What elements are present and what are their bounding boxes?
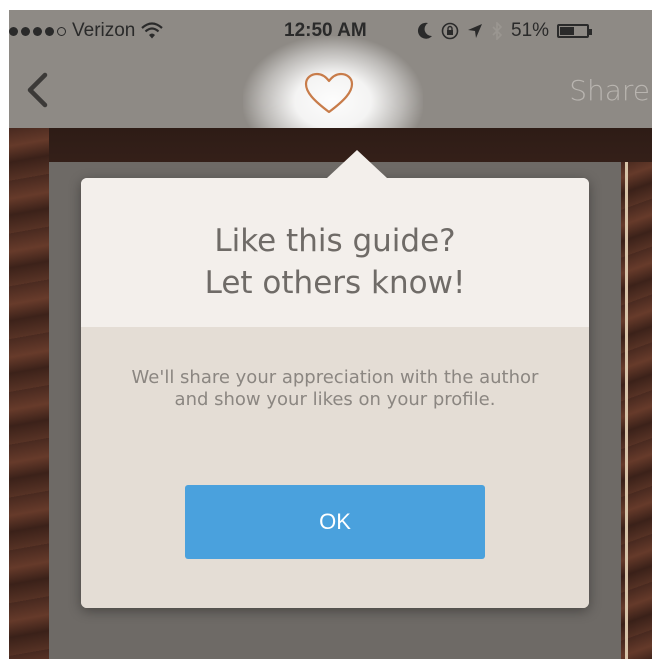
popover-title: Like this guide? Let others know!: [81, 220, 589, 304]
popover-title-line1: Like this guide?: [214, 223, 456, 259]
location-arrow-icon: [467, 22, 483, 40]
ok-button[interactable]: OK: [185, 485, 485, 559]
heart-icon: [304, 72, 354, 114]
bluetooth-icon: [491, 21, 503, 41]
chevron-left-icon: [27, 72, 48, 108]
status-left: Verizon: [9, 20, 164, 42]
like-popover: Like this guide? Let others know! We'll …: [81, 150, 589, 608]
battery-level-fill: [560, 27, 575, 35]
popover-message: We'll share your appreciation with the a…: [131, 367, 539, 410]
orientation-lock-icon: [441, 22, 459, 40]
status-right: 51%: [417, 20, 593, 42]
background-image-left: [9, 128, 49, 659]
back-button[interactable]: [23, 72, 53, 108]
popover-arrow: [327, 150, 387, 178]
share-button[interactable]: Share: [569, 74, 650, 107]
app-screen: Verizon 12:50 AM 51% Share Like this gui…: [9, 10, 652, 659]
battery-percent: 51%: [511, 20, 550, 41]
battery-icon: [557, 24, 593, 38]
popover-body: We'll share your appreciation with the a…: [81, 327, 589, 608]
navigation-bar: Share: [9, 36, 652, 166]
wifi-icon: [141, 22, 164, 40]
popover-title-line2: Let others know!: [204, 265, 466, 301]
signal-strength-icon: [9, 26, 66, 36]
like-button[interactable]: [303, 72, 355, 116]
popover-header: Like this guide? Let others know!: [81, 178, 589, 327]
background-image-right: [621, 162, 652, 659]
carrier-label: Verizon: [72, 20, 136, 41]
